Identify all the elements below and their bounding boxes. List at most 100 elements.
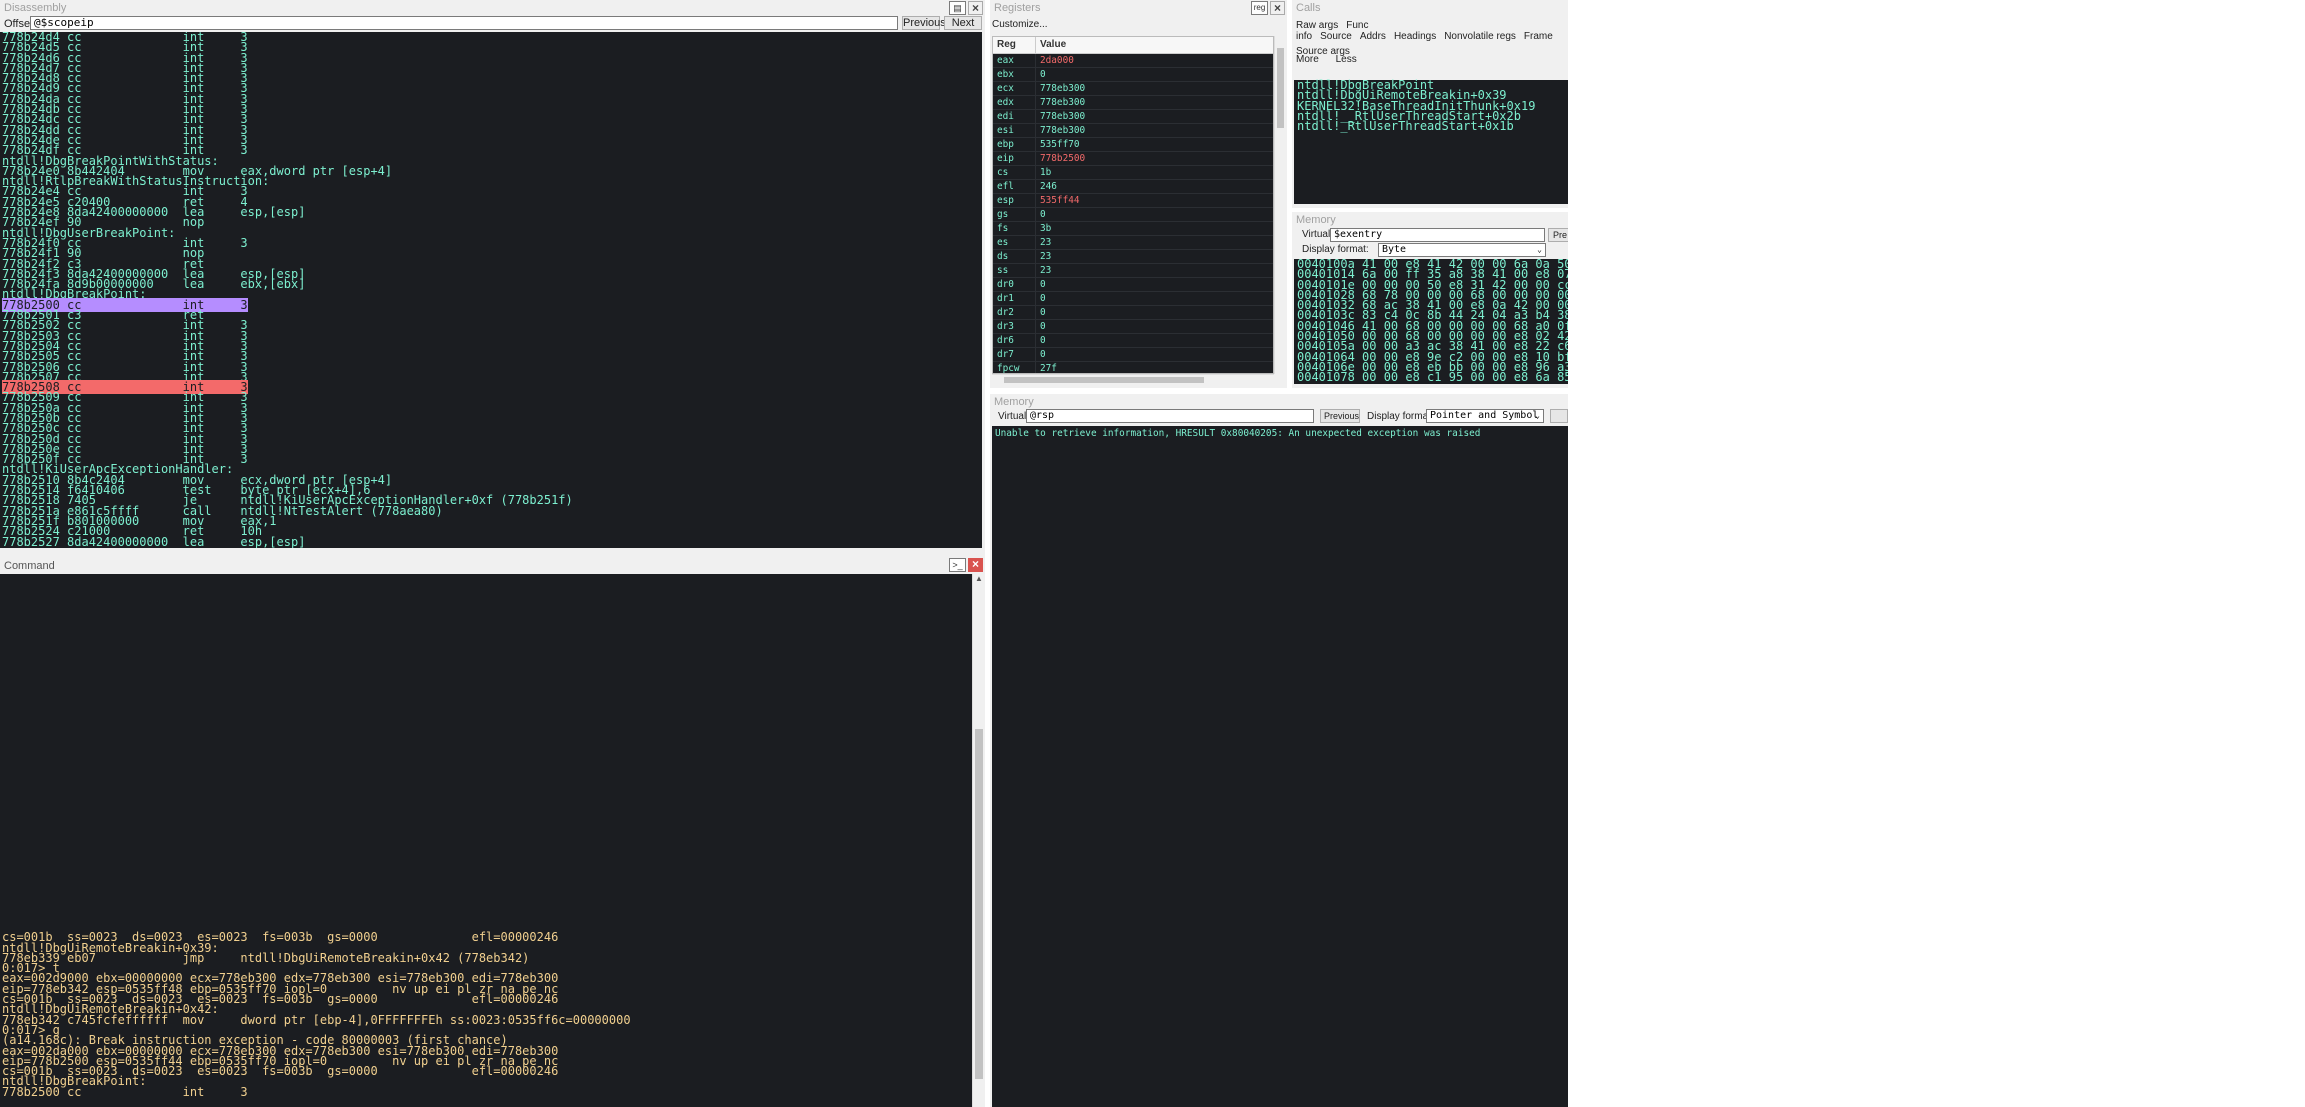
command-output-line: 778eb342 c745fcfeffffff mov dword ptr [e… [2,1012,631,1027]
register-row[interactable]: es 23 [993,236,1273,250]
register-row[interactable]: eip 778b2500 [993,152,1273,166]
memory-previous-button[interactable]: Pre [1548,228,1568,242]
register-name: es [993,236,1036,249]
register-row[interactable]: dr0 0 [993,278,1273,292]
display-format-select[interactable]: Pointer and Symbol ⌄ [1426,409,1544,423]
calls-less-link[interactable]: Less [1336,54,1357,65]
virtual-address-input[interactable]: $exentry [1330,228,1545,242]
memory-row[interactable]: 00401078 00 00 e8 c1 95 00 00 e8 6a 85 .… [1297,371,1568,383]
register-value[interactable]: 1b [1036,166,1051,179]
value-column-header[interactable]: Value [1036,37,1066,53]
register-value[interactable]: 0 [1036,278,1046,291]
calls-more-link[interactable]: More [1296,54,1319,65]
disassembly-line-text: 778b2527 8da42400000000 lea esp,[esp] [2,534,306,548]
register-value[interactable]: 778eb300 [1036,124,1085,137]
register-value[interactable]: 778eb300 [1036,110,1085,123]
register-value[interactable]: 0 [1036,208,1046,221]
memory-output: Unable to retrieve information, HRESULT … [992,426,1568,1107]
call-stack-list[interactable]: ntdll!DbgBreakPoint ntdll!DbgUiRemoteBrea… [1294,79,1568,204]
register-value[interactable]: 778b2500 [1036,152,1085,165]
register-value[interactable]: 535ff44 [1036,194,1080,207]
register-row[interactable]: gs 0 [993,208,1273,222]
register-row[interactable]: dr3 0 [993,320,1273,334]
register-value[interactable]: 0 [1036,334,1046,347]
disassembly-title: Disassembly [4,2,67,14]
disassembly-listing[interactable]: 778b24d4 cc int 3 778b24d5 cc int 3 778b24… [0,32,982,548]
registers-title: Registers [994,2,1041,14]
calls-option-source[interactable]: Source [1320,31,1352,42]
reg-column-header[interactable]: Reg [993,37,1036,53]
register-value[interactable]: 2da000 [1036,54,1074,67]
register-row[interactable]: eax 2da000 [993,54,1273,68]
display-format-label: Display format: [1367,411,1434,422]
close-icon[interactable]: × [968,558,983,572]
virtual-label: Virtual: [998,411,1029,422]
close-icon[interactable]: × [1270,1,1285,15]
calls-option-nonvolatile-regs[interactable]: Nonvolatile regs [1444,31,1516,42]
register-value[interactable]: 535ff70 [1036,138,1080,151]
register-row[interactable]: cs 1b [993,166,1273,180]
register-value[interactable]: 0 [1036,306,1046,319]
customize-link[interactable]: Customize... [992,19,1048,30]
next-button[interactable]: Next [944,16,982,30]
register-name: eip [993,152,1036,165]
register-value[interactable]: 3b [1036,222,1051,235]
register-name: fs [993,222,1036,235]
command-output: cs=001b ss=0023 ds=0023 es=0023 fs=003b … [0,574,972,1107]
register-row[interactable]: fpcw 27f [993,362,1273,373]
register-value[interactable]: 778eb300 [1036,96,1085,109]
register-row[interactable]: ebp 535ff70 [993,138,1273,152]
memory-previous-button[interactable]: Previous [1320,409,1360,423]
register-value[interactable]: 778eb300 [1036,82,1085,95]
register-row[interactable]: dr1 0 [993,292,1273,306]
display-format-label: Display format: [1302,244,1369,255]
register-row[interactable]: esp 535ff44 [993,194,1273,208]
register-value[interactable]: 0 [1036,68,1046,81]
register-value[interactable]: 0 [1036,292,1046,305]
register-row[interactable]: efl 246 [993,180,1273,194]
memory-title: Memory [994,395,1034,408]
register-row[interactable]: dr2 0 [993,306,1273,320]
command-scroll-thumb[interactable] [975,729,983,1079]
previous-button[interactable]: Previous [902,16,946,30]
calls-option-addrs[interactable]: Addrs [1360,31,1386,42]
register-row[interactable]: ecx 778eb300 [993,82,1273,96]
memory-hex-dump[interactable]: 0040100a 41 00 e8 41 42 00 00 6a 0a 50 A… [1294,259,1568,384]
register-value[interactable]: 27f [1036,362,1057,373]
register-row[interactable]: edi 778eb300 [993,110,1273,124]
register-row[interactable]: dr7 0 [993,348,1273,362]
register-name: dr0 [993,278,1036,291]
register-row[interactable]: ds 23 [993,250,1273,264]
register-value[interactable]: 0 [1036,320,1046,333]
close-icon[interactable]: × [968,1,983,15]
register-value[interactable]: 23 [1036,250,1051,263]
register-row[interactable]: edx 778eb300 [993,96,1273,110]
calls-option-raw-args[interactable]: Raw args [1296,20,1338,31]
offset-input[interactable]: @$scopeip [30,16,898,30]
register-value[interactable]: 0 [1036,348,1046,361]
registers-scrollbar-v[interactable] [1274,36,1286,374]
display-format-select[interactable]: Byte ⌄ [1378,243,1546,257]
register-value[interactable]: 246 [1036,180,1057,193]
register-value[interactable]: 23 [1036,264,1051,277]
call-stack-frame[interactable]: ntdll!_RtlUserThreadStart+0x1b [1297,120,1568,132]
register-row[interactable]: ebx 0 [993,68,1273,82]
register-name: fpcw [993,362,1036,373]
calls-option-headings[interactable]: Headings [1394,31,1436,42]
registers-window-icon[interactable]: reg [1251,1,1268,15]
disassembly-line[interactable]: 778b24fa 8d9b00000000 lea ebx,[ebx] [2,278,982,290]
register-row[interactable]: esi 778eb300 [993,124,1273,138]
register-value[interactable]: 23 [1036,236,1051,249]
register-row[interactable]: ss 23 [993,264,1273,278]
registers-scrollbar-h[interactable] [992,374,1274,385]
disassembly-line[interactable]: 778b2527 8da42400000000 lea esp,[esp] [2,534,982,548]
command-scrollbar[interactable]: ▲ [972,574,985,1107]
virtual-address-input[interactable]: @rsp [1026,409,1314,423]
command-window-icon[interactable]: >_ [949,558,966,572]
window-layout-icon[interactable]: ▤ [949,1,966,15]
memory-next-button[interactable] [1550,409,1568,423]
registers-pane: Registers reg × Customize... Reg Value e… [990,0,1287,388]
register-row[interactable]: dr6 0 [993,334,1273,348]
register-row[interactable]: fs 3b [993,222,1273,236]
calls-option-frame[interactable]: Frame [1524,31,1553,42]
